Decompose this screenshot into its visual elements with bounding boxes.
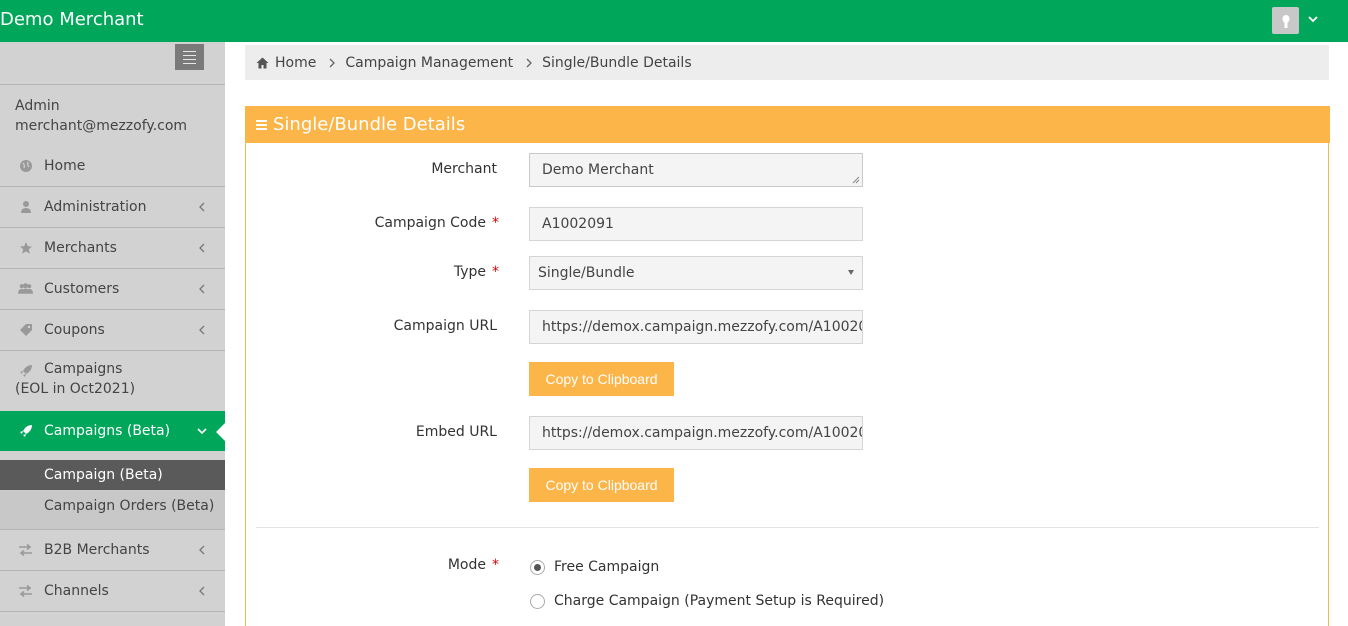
menu-bars-icon: [256, 119, 267, 130]
chevron-right-icon: [329, 58, 336, 67]
sidebar-item-label: Customers: [44, 281, 120, 297]
chevron-down-icon: [197, 428, 207, 435]
user-panel: Admin merchant@mezzofy.com: [15, 96, 187, 136]
top-navbar: Demo Merchant: [0, 0, 1348, 42]
panel-title: Single/Bundle Details: [273, 114, 466, 135]
breadcrumb-campaign-management[interactable]: Campaign Management: [345, 55, 513, 71]
embed-url-field[interactable]: https://demox.campaign.mezzofy.com/A1002…: [529, 416, 863, 450]
sidebar-item-merchants[interactable]: Merchants: [0, 228, 225, 268]
chevron-down-icon[interactable]: [1306, 12, 1320, 26]
type-label: Type *: [453, 264, 499, 280]
copy-campaign-url-button[interactable]: Copy to Clipboard: [529, 362, 674, 396]
chevron-left-icon: [199, 325, 205, 335]
embed-url-label: Embed URL: [415, 424, 497, 440]
sidebar-toggle-button[interactable]: [175, 44, 204, 70]
sidebar-item-label: Coupons: [44, 322, 105, 338]
breadcrumb-home[interactable]: Home: [256, 55, 316, 71]
chevron-right-icon: [526, 58, 533, 67]
brand-title[interactable]: Demo Merchant: [0, 9, 144, 30]
users-icon: [18, 282, 33, 297]
campaign-code-label: Campaign Code *: [374, 215, 499, 231]
user-email: merchant@mezzofy.com: [15, 118, 188, 134]
submenu-item-campaign-beta[interactable]: Campaign (Beta): [0, 460, 225, 490]
sidebar: Admin merchant@mezzofy.com Home Administ…: [0, 42, 225, 626]
chevron-left-icon: [199, 243, 205, 253]
globe-icon: [18, 159, 33, 174]
sidebar-item-channels[interactable]: Channels: [0, 571, 225, 611]
mode-option-free[interactable]: Free Campaign: [530, 559, 659, 575]
chevron-left-icon: [199, 586, 205, 596]
rocket-icon: [18, 424, 33, 439]
exchange-icon: [18, 543, 33, 558]
divider: [256, 527, 1319, 528]
sidebar-item-label: Campaigns: [44, 361, 123, 377]
sidebar-item-coupons[interactable]: Coupons: [0, 310, 225, 350]
sidebar-item-label: Home: [44, 158, 86, 174]
sidebar-item-label: Channels: [44, 583, 109, 599]
campaigns-beta-submenu: Campaign (Beta) Campaign Orders (Beta): [0, 460, 225, 529]
resize-handle-icon[interactable]: [852, 176, 860, 184]
type-value: Single/Bundle: [538, 265, 635, 281]
campaign-url-label: Campaign URL: [393, 318, 497, 334]
exchange-icon: [18, 584, 33, 599]
user-role: Admin: [15, 98, 60, 114]
chevron-left-icon: [199, 284, 205, 294]
type-select[interactable]: Single/Bundle: [529, 256, 863, 290]
mode-option-label: Charge Campaign (Payment Setup is Requir…: [554, 593, 885, 609]
sidebar-item-label: B2B Merchants: [44, 542, 150, 558]
campaign-code-field[interactable]: A1002091: [529, 207, 863, 241]
sidebar-item-campaigns-beta[interactable]: Campaigns (Beta): [0, 411, 225, 451]
merchant-field[interactable]: Demo Merchant: [529, 153, 863, 187]
chevron-left-icon: [199, 545, 205, 555]
user-silhouette-icon: [1282, 14, 1289, 28]
radio-button[interactable]: [530, 593, 545, 609]
breadcrumb-current: Single/Bundle Details: [542, 54, 692, 71]
sidebar-item-b2b-merchants[interactable]: B2B Merchants: [0, 530, 225, 570]
embed-url-value: https://demox.campaign.mezzofy.com/A1002…: [542, 425, 863, 441]
star-icon: [18, 241, 33, 256]
sidebar-item-customers[interactable]: Customers: [0, 269, 225, 309]
breadcrumb: Home Campaign Management Single/Bundle D…: [245, 45, 1329, 80]
merchant-value: Demo Merchant: [542, 162, 654, 178]
home-icon: [256, 57, 269, 68]
submenu-item-campaign-orders-beta[interactable]: Campaign Orders (Beta): [0, 491, 225, 521]
ticket-icon: [18, 323, 33, 338]
sidebar-item-campaigns-eol[interactable]: Campaigns (EOL in Oct2021): [0, 351, 225, 411]
sidebar-item-sublabel: (EOL in Oct2021): [15, 381, 136, 397]
mode-option-charge[interactable]: Charge Campaign (Payment Setup is Requir…: [530, 593, 884, 609]
sidebar-item-label: Merchants: [44, 240, 117, 256]
caret-down-icon: [848, 270, 854, 275]
mode-option-label: Free Campaign: [554, 559, 660, 575]
mode-label: Mode *: [447, 557, 499, 573]
user-icon: [18, 200, 33, 215]
radio-button-checked[interactable]: [530, 559, 545, 575]
sidebar-item-home[interactable]: Home: [0, 146, 225, 186]
user-avatar[interactable]: [1272, 7, 1299, 34]
campaign-code-value: A1002091: [542, 216, 614, 232]
sidebar-item-label: Administration: [44, 199, 147, 215]
breadcrumb-home-label: Home: [275, 54, 317, 71]
sidebar-item-label: Campaigns (Beta): [44, 423, 171, 439]
copy-embed-url-button[interactable]: Copy to Clipboard: [529, 468, 674, 502]
chevron-left-icon: [199, 202, 205, 212]
sidebar-item-administration[interactable]: Administration: [0, 187, 225, 227]
campaign-url-value: https://demox.campaign.mezzofy.com/A1002…: [542, 319, 863, 335]
rocket-icon: [18, 363, 33, 378]
campaign-url-field[interactable]: https://demox.campaign.mezzofy.com/A1002…: [529, 310, 863, 344]
panel-header: Single/Bundle Details: [246, 106, 1330, 143]
merchant-label: Merchant: [431, 161, 497, 177]
